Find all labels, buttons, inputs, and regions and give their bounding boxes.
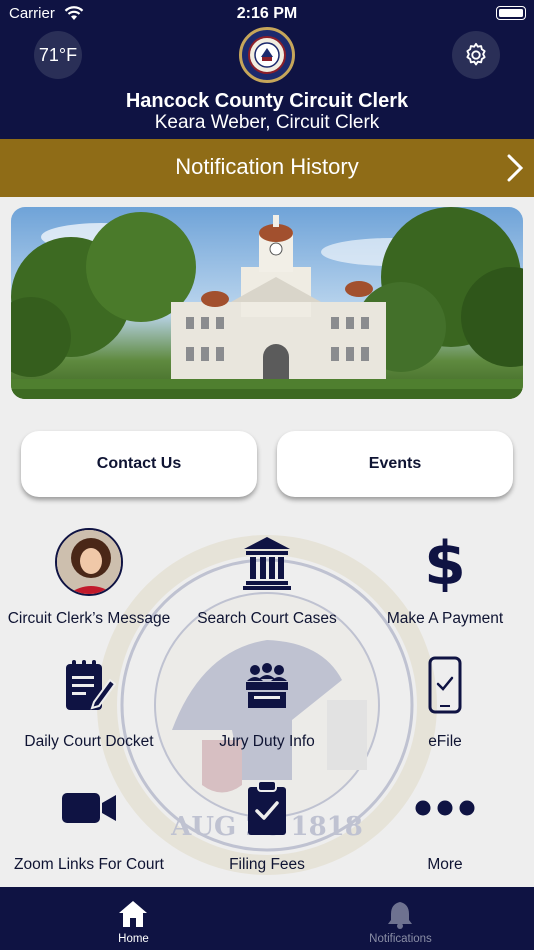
settings-button[interactable] <box>452 31 500 79</box>
grid-label: Jury Duty Info <box>219 733 315 750</box>
tab-home-label: Home <box>118 933 149 945</box>
notification-history-label: Notification History <box>175 154 359 179</box>
grid-item-more[interactable]: More <box>356 775 534 874</box>
svg-text:$: $ <box>427 532 463 592</box>
grid-label: More <box>427 856 463 873</box>
grid-item-zoom-links[interactable]: Zoom Links For Court <box>0 775 178 874</box>
grid-label: Daily Court Docket <box>24 733 154 750</box>
tab-bar: Home Notifications <box>0 887 534 950</box>
grid-item-make-payment[interactable]: $ Make A Payment <box>356 529 534 628</box>
app-header: Carrier 2:16 PM 71°F Hancock County Circ… <box>0 0 534 139</box>
docket-icon <box>66 660 116 710</box>
grid-item-search-court-cases[interactable]: Search Court Cases <box>178 529 356 628</box>
grid-label: Filing Fees <box>229 856 305 873</box>
grid-label: Circuit Clerk’s Message <box>7 610 171 627</box>
events-button[interactable]: Events <box>277 431 513 497</box>
county-seal-logo <box>239 27 295 83</box>
dollar-icon: $ <box>427 532 463 592</box>
home-icon <box>119 901 147 927</box>
tab-home[interactable]: Home <box>0 887 267 950</box>
courthouse-icon <box>243 537 291 590</box>
grid-item-efile[interactable]: eFile <box>356 652 534 751</box>
bell-icon <box>388 902 412 929</box>
courthouse-photo <box>11 207 523 399</box>
battery-icon <box>496 6 526 20</box>
grid-label: eFile <box>428 733 462 750</box>
tab-notifications-label: Notifications <box>369 933 432 945</box>
weather-badge[interactable]: 71°F <box>34 31 82 79</box>
more-dots-icon <box>415 800 475 816</box>
status-bar: Carrier 2:16 PM <box>0 0 534 28</box>
grid-label: Search Court Cases <box>197 610 337 627</box>
tab-notifications[interactable]: Notifications <box>267 887 534 950</box>
grid-label: Zoom Links For Court <box>14 856 164 873</box>
contact-us-button[interactable]: Contact Us <box>21 431 257 497</box>
clipboard-check-icon <box>248 780 286 835</box>
jury-icon <box>246 663 288 708</box>
grid-label: Make A Payment <box>386 610 504 627</box>
app-title: Hancock County Circuit Clerk <box>125 90 409 112</box>
app-subtitle: Keara Weber, Circuit Clerk <box>154 112 380 133</box>
grid-item-daily-court-docket[interactable]: Daily Court Docket <box>0 652 178 751</box>
grid-item-jury-duty-info[interactable]: Jury Duty Info <box>178 652 356 751</box>
gear-icon <box>466 42 486 66</box>
phone-check-icon <box>428 656 462 714</box>
grid-item-clerk-message[interactable]: Circuit Clerk’s Message <box>0 528 178 628</box>
grid-item-filing-fees[interactable]: Filing Fees <box>178 775 356 874</box>
status-time: 2:16 PM <box>236 5 298 22</box>
chevron-right-icon <box>507 154 524 182</box>
video-camera-icon <box>62 793 116 823</box>
notification-history-bar[interactable]: Notification History <box>0 139 534 197</box>
clerk-photo-avatar <box>55 528 123 596</box>
